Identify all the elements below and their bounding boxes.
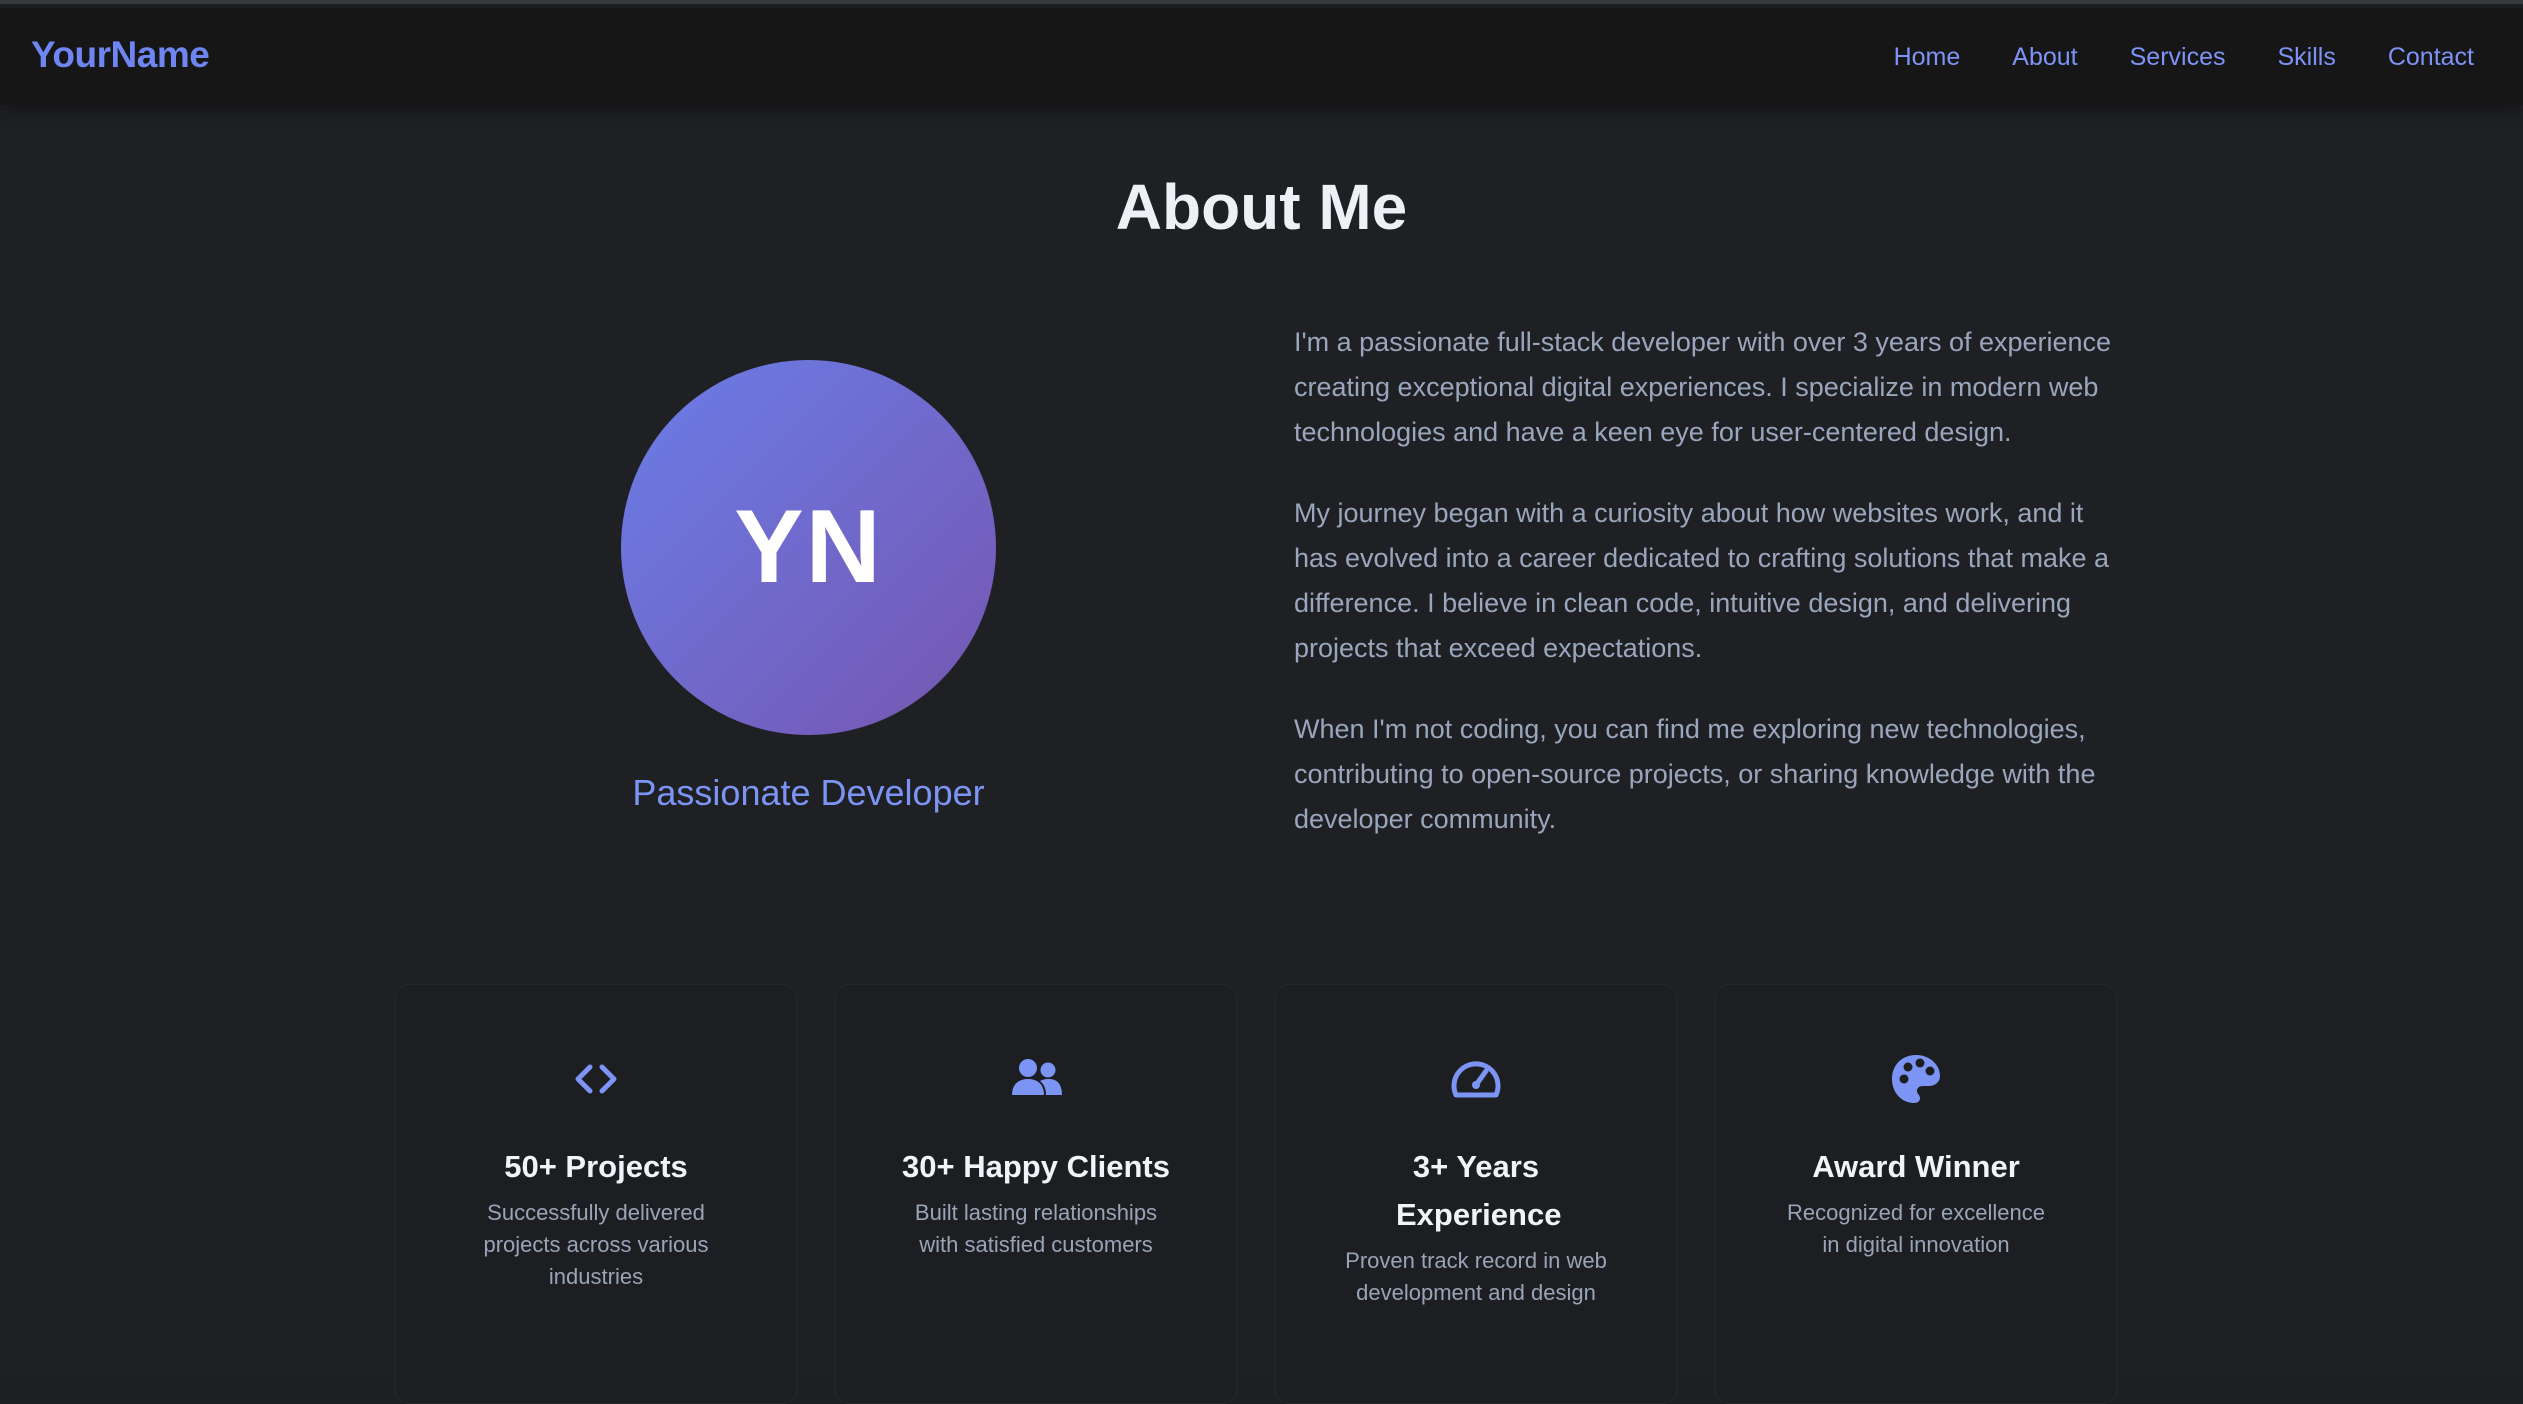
stat-card-projects: 50+ Projects Successfully delivered proj… — [395, 984, 797, 1404]
speedometer-icon — [1276, 1051, 1676, 1107]
bio-paragraph: My journey began with a curiosity about … — [1294, 498, 2109, 663]
nav-link-contact[interactable]: Contact — [2388, 42, 2474, 72]
stats-cards: 50+ Projects Successfully delivered proj… — [395, 984, 2122, 1404]
card-title: Award Winner — [1812, 1149, 2020, 1184]
nav-link-home[interactable]: Home — [1894, 42, 1961, 72]
page: YourName Home About Services Skills Cont… — [0, 0, 2523, 1404]
site-header: YourName Home About Services Skills Cont… — [0, 8, 2523, 105]
card-title: 3+ Years Experience — [1396, 1149, 1562, 1232]
stat-card-experience: 3+ Years Experience Proven track record … — [1275, 984, 1677, 1404]
section-title: About Me — [1115, 171, 1408, 243]
stat-card-award: Award Winner Recognized for excellence i… — [1715, 984, 2117, 1404]
card-description: Recognized for excellence in digital inn… — [1786, 1200, 2046, 1257]
nav-link-services[interactable]: Services — [2130, 42, 2226, 72]
main-nav: Home About Services Skills Contact — [1842, 42, 2474, 72]
card-description: Built lasting relationships with satisfi… — [914, 1200, 1158, 1257]
card-description: Proven track record in web development a… — [1345, 1248, 1607, 1305]
card-description: Successfully delivered projects across v… — [483, 1200, 709, 1289]
stat-card-clients: 30+ Happy Clients Built lasting relation… — [835, 984, 1237, 1404]
bio-paragraph: I'm a passionate full-stack developer wi… — [1294, 327, 2112, 447]
brand-logo[interactable]: YourName — [31, 34, 210, 76]
card-title: 30+ Happy Clients — [902, 1149, 1170, 1184]
bio-paragraph: When I'm not coding, you can find me exp… — [1294, 714, 2096, 834]
bio-text: I'm a passionate full-stack developer wi… — [1294, 320, 2134, 878]
avatar-initials: YN — [734, 489, 883, 605]
tagline: Passionate Developer — [632, 772, 985, 813]
users-icon — [836, 1051, 1236, 1107]
avatar: YN — [621, 360, 996, 735]
palette-icon — [1716, 1051, 2116, 1107]
card-title: 50+ Projects — [504, 1149, 688, 1184]
nav-link-about[interactable]: About — [2012, 42, 2077, 72]
nav-link-skills[interactable]: Skills — [2277, 42, 2335, 72]
code-icon — [396, 1051, 796, 1107]
